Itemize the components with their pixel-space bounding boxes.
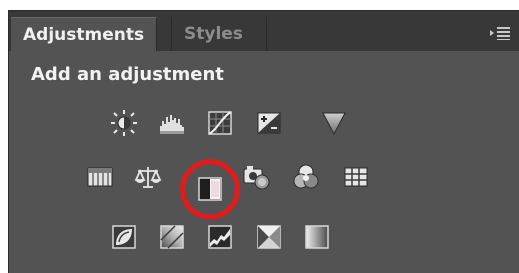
brightness-contrast-icon[interactable] [110, 109, 138, 137]
vibrance-icon[interactable] [320, 109, 348, 137]
gradient-map-icon[interactable] [303, 223, 331, 251]
photo-filter-icon[interactable] [242, 163, 270, 191]
panel-heading: Add an adjustment [31, 64, 224, 85]
threshold-icon[interactable] [206, 223, 234, 251]
color-balance-icon[interactable] [134, 163, 162, 191]
hue-saturation-icon[interactable] [86, 163, 114, 191]
panel-menu-icon[interactable] [489, 25, 511, 40]
color-lookup-icon[interactable] [342, 163, 370, 191]
invert-icon[interactable] [110, 223, 138, 251]
highlight-circle [180, 159, 240, 219]
levels-icon[interactable] [158, 109, 186, 137]
curves-icon[interactable] [206, 109, 234, 137]
tab-adjustments[interactable]: Adjustments [11, 17, 157, 51]
adjustments-panel: Adjustments Styles Add an adjustment [8, 10, 519, 273]
tab-styles[interactable]: Styles [171, 17, 267, 51]
channel-mixer-icon[interactable] [292, 163, 320, 191]
posterize-icon[interactable] [158, 223, 186, 251]
panel-tab-bar: Adjustments Styles [9, 11, 519, 51]
selective-color-icon[interactable] [255, 223, 283, 251]
exposure-icon[interactable] [255, 109, 283, 137]
